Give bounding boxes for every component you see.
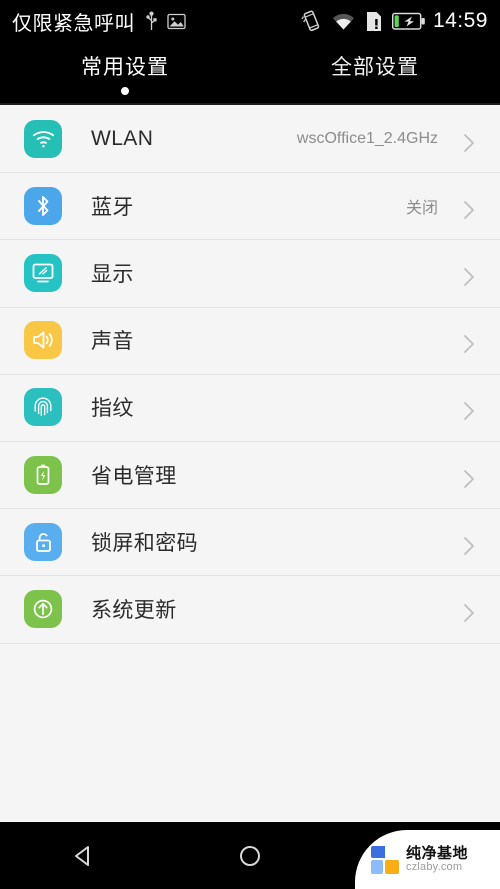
settings-row-fingerprint[interactable]: 指纹 xyxy=(0,373,500,441)
back-triangle-icon xyxy=(75,845,90,866)
tab-all-settings[interactable]: 全部设置 xyxy=(250,42,500,81)
phone-screen: 仅限紧急呼叫 14:59 常用设置 全部设置 WLAN wscOffice1_2… xyxy=(0,0,500,889)
sim-alert-icon xyxy=(366,11,382,32)
chevron-right-icon xyxy=(462,535,476,555)
settings-row-system-update[interactable]: 系统更新 xyxy=(0,575,500,643)
settings-row-lockscreen[interactable]: 锁屏和密码 xyxy=(0,508,500,576)
home-circle-icon xyxy=(239,845,260,866)
tab-common-settings[interactable]: 常用设置 xyxy=(0,42,250,95)
wifi-icon xyxy=(24,119,62,158)
chevron-right-icon xyxy=(462,132,476,152)
settings-row-display[interactable]: 显示 xyxy=(0,239,500,307)
usb-icon xyxy=(145,11,158,31)
sound-icon xyxy=(24,321,62,360)
settings-row-wlan[interactable]: WLAN wscOffice1_2.4GHz xyxy=(0,105,500,173)
back-button[interactable] xyxy=(48,822,118,889)
chevron-right-icon xyxy=(462,199,476,219)
clock-label: 14:59 xyxy=(432,9,488,32)
battery-icon xyxy=(24,455,62,494)
vibrate-icon xyxy=(301,10,321,32)
settings-row-sound-label: 声音 xyxy=(91,330,134,354)
fingerprint-icon xyxy=(24,388,62,427)
lock-icon xyxy=(24,522,62,561)
settings-row-bluetooth-label: 蓝牙 xyxy=(91,195,134,219)
watermark-title: 纯净基地 xyxy=(406,844,469,862)
settings-row-power-saving[interactable]: 省电管理 xyxy=(0,440,500,509)
chevron-right-icon xyxy=(462,333,476,354)
carrier-label: 仅限紧急呼叫 xyxy=(12,12,135,35)
screenshot-icon xyxy=(167,12,186,31)
watermark-text: 纯净基地 czlaby.com xyxy=(406,846,468,873)
chevron-right-icon xyxy=(462,266,476,286)
chevron-right-icon xyxy=(462,602,476,622)
chevron-right-icon xyxy=(462,468,476,488)
settings-row-wlan-label: WLAN xyxy=(91,126,154,150)
settings-row-lockscreen-label: 锁屏和密码 xyxy=(91,531,198,555)
active-tab-indicator xyxy=(121,87,129,95)
bluetooth-icon xyxy=(24,186,62,225)
update-icon xyxy=(24,589,62,628)
display-icon xyxy=(24,253,62,292)
watermark-logo-icon xyxy=(371,845,399,874)
wifi-icon xyxy=(331,12,356,31)
tab-common-settings-label: 常用设置 xyxy=(81,56,169,79)
settings-tabs: 常用设置 全部设置 xyxy=(0,42,500,103)
chevron-right-icon xyxy=(462,400,476,421)
settings-row-sound[interactable]: 声音 xyxy=(0,306,500,374)
site-watermark: 纯净基地 czlaby.com xyxy=(355,830,500,889)
status-left-icons xyxy=(145,11,186,31)
settings-row-bluetooth-value: 关闭 xyxy=(405,199,438,217)
home-button[interactable] xyxy=(215,822,285,889)
battery-charging-icon xyxy=(391,12,426,31)
tab-all-settings-label: 全部设置 xyxy=(331,56,419,79)
watermark-url: czlaby.com xyxy=(406,860,463,873)
settings-row-wlan-value: wscOffice1_2.4GHz xyxy=(296,129,438,147)
settings-row-power-saving-label: 省电管理 xyxy=(91,464,177,488)
settings-list: WLAN wscOffice1_2.4GHz 蓝牙 关闭 显示 声音 指纹 省电… xyxy=(0,105,500,644)
settings-row-system-update-label: 系统更新 xyxy=(91,598,177,622)
settings-row-bluetooth[interactable]: 蓝牙 关闭 xyxy=(0,172,500,240)
status-bar: 仅限紧急呼叫 14:59 xyxy=(0,0,500,42)
settings-row-fingerprint-label: 指纹 xyxy=(91,397,134,421)
status-right-icons xyxy=(301,10,426,32)
settings-row-display-label: 显示 xyxy=(91,262,134,286)
